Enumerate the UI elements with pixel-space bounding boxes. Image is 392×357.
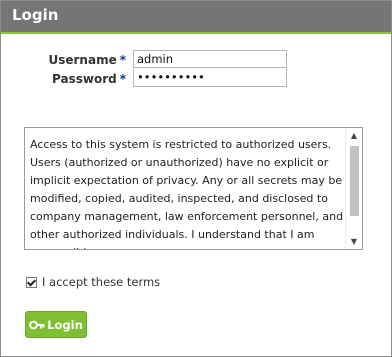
password-input[interactable]: ••••••••••	[133, 69, 287, 87]
required-marker: *	[119, 53, 126, 67]
password-label: Password *	[52, 72, 126, 86]
terms-textbox[interactable]: Access to this system is restricted to a…	[24, 127, 363, 250]
login-dialog: Login Username * admin Password * ••••••••…	[0, 0, 392, 357]
up-arrow-icon[interactable]: ▲	[346, 130, 362, 142]
username-label: Username *	[48, 53, 126, 67]
accept-terms-checkbox[interactable]	[26, 276, 37, 288]
login-button[interactable]: Login	[25, 311, 87, 338]
required-marker: *	[119, 72, 126, 86]
title-bar: Login	[1, 1, 391, 34]
login-button-label: Login	[47, 317, 83, 332]
dialog-title: Login	[12, 6, 59, 24]
scrollbar-thumb[interactable]	[350, 146, 359, 216]
down-arrow-icon[interactable]: ▼	[346, 236, 362, 248]
terms-text: Access to this system is restricted to a…	[30, 138, 344, 249]
username-input[interactable]: admin	[133, 50, 287, 68]
key-icon	[29, 320, 45, 329]
terms-scrollbar[interactable]: ▲ ▼	[345, 128, 362, 249]
accept-terms[interactable]: I accept these terms	[26, 275, 160, 289]
accept-terms-label: I accept these terms	[42, 275, 161, 289]
